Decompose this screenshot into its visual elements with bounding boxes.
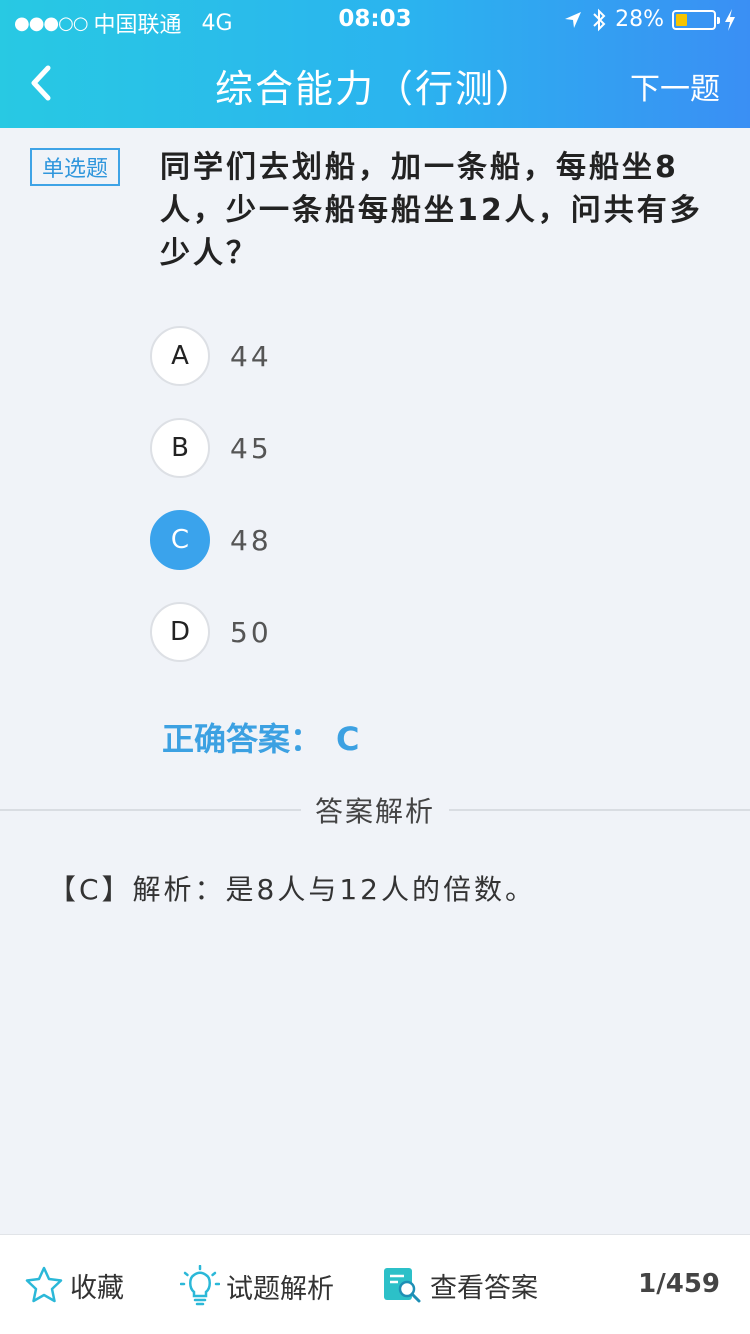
- option-list: A 44 B 45 C 48 D 50: [150, 326, 650, 694]
- battery-icon: [672, 9, 720, 30]
- navbar: 综合能力（行测） 下一题: [0, 40, 750, 128]
- next-question-button[interactable]: 下一题: [630, 64, 720, 108]
- view-answer-button[interactable]: 查看答案: [382, 1265, 538, 1305]
- charging-bolt-icon: [725, 8, 735, 31]
- analysis-section-header: 答案解析: [0, 790, 750, 830]
- option-text: 48: [230, 523, 272, 557]
- option-text: 45: [230, 431, 272, 465]
- explanation-button[interactable]: 试题解析: [180, 1265, 334, 1307]
- correct-answer-label: 正确答案：: [162, 720, 323, 758]
- correct-answer-value: C: [336, 720, 360, 758]
- explanation-label: 试题解析: [226, 1273, 334, 1305]
- option-key: A: [150, 326, 210, 386]
- view-answer-label: 查看答案: [430, 1272, 538, 1304]
- option-text: 44: [230, 339, 272, 373]
- option-d[interactable]: D 50: [150, 602, 650, 662]
- battery-percent: 28%: [615, 7, 664, 32]
- option-key: D: [150, 602, 210, 662]
- option-text: 50: [230, 615, 272, 649]
- status-right: 28%: [563, 7, 736, 32]
- lightbulb-icon: [180, 1265, 220, 1306]
- header: ●●●○○ 中国联通 4G 08:03 28% 综合能力（行测） 下一题: [0, 0, 750, 128]
- bluetooth-icon: [593, 8, 606, 31]
- question-page-count: 1/459: [638, 1269, 720, 1299]
- option-a[interactable]: A 44: [150, 326, 650, 386]
- question-type-badge: 单选题: [30, 148, 120, 186]
- analysis-section-label: 答案解析: [300, 795, 449, 828]
- location-arrow-icon: [565, 11, 582, 28]
- correct-answer: 正确答案： C: [162, 714, 360, 760]
- star-icon: [25, 1266, 63, 1303]
- option-b[interactable]: B 45: [150, 418, 650, 478]
- bottom-toolbar: 收藏 试题解析 查看答案 1/459: [0, 1234, 750, 1334]
- option-c[interactable]: C 48: [150, 510, 650, 570]
- question-text: 同学们去划船，加一条船，每船坐8人，少一条船每船坐12人，问共有多少人？: [160, 150, 703, 271]
- search-document-icon: [384, 1268, 421, 1303]
- status-bar: ●●●○○ 中国联通 4G 08:03 28%: [0, 0, 750, 40]
- favorite-label: 收藏: [70, 1272, 124, 1304]
- option-key: B: [150, 418, 210, 478]
- favorite-button[interactable]: 收藏: [24, 1265, 124, 1305]
- option-key-selected: C: [150, 510, 210, 570]
- analysis-text: 【C】解析：是8人与12人的倍数。: [48, 873, 536, 906]
